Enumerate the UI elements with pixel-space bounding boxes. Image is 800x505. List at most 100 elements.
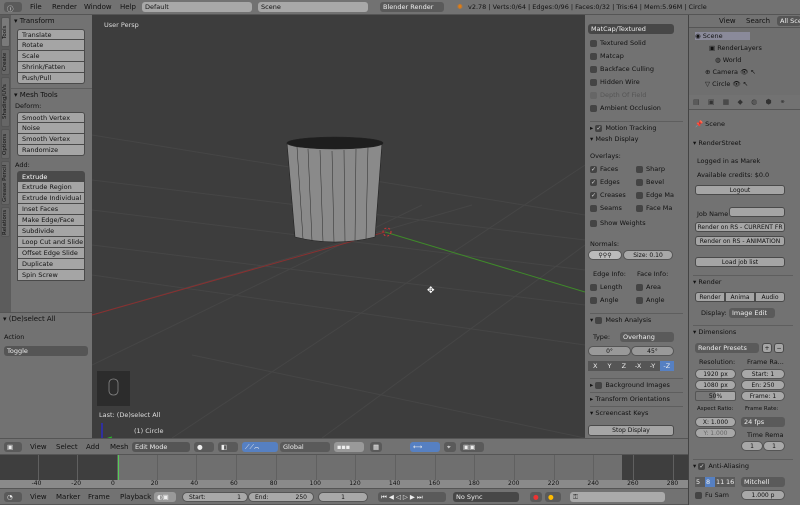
sync-select[interactable]: No Sync xyxy=(453,492,519,502)
pivot-select[interactable]: ◧ xyxy=(218,442,238,452)
noise-button[interactable]: Noise xyxy=(17,123,85,134)
timeline-ruler[interactable] xyxy=(0,480,688,488)
range-min-field[interactable]: 0° xyxy=(588,346,631,356)
motion-tracking-panel[interactable]: ▸ ✓ Motion Tracking xyxy=(590,121,683,132)
overlay-edges-checkbox[interactable]: ✓ Edges xyxy=(590,178,620,186)
anti-aliasing-panel[interactable]: ▾ ✓ Anti-Aliasing xyxy=(693,459,793,470)
overlay-sharp-checkbox[interactable]: Sharp xyxy=(636,165,665,173)
menu-view[interactable]: View xyxy=(30,443,47,451)
resolution-y-field[interactable]: 1080 px xyxy=(695,380,736,390)
axis-z-button[interactable]: Z xyxy=(616,361,631,371)
overlay-seams-checkbox[interactable]: Seams xyxy=(590,204,622,212)
aspect-x-field[interactable]: X: 1.000 xyxy=(695,417,736,427)
outliner-item-renderlayers[interactable]: ▣ RenderLayers xyxy=(709,44,762,52)
extrude-individual-button[interactable]: Extrude Individual xyxy=(17,193,85,204)
limit-selection-button[interactable]: ▦ xyxy=(370,442,382,452)
opengl-render-button[interactable]: ▣▣ xyxy=(460,442,484,452)
resolution-x-field[interactable]: 1920 px xyxy=(695,369,736,379)
stop-display-button[interactable]: Stop Display xyxy=(588,425,674,436)
current-frame-field[interactable]: 1 xyxy=(318,492,368,502)
menu-file[interactable]: File xyxy=(30,3,42,11)
start-frame-field[interactable]: Start: 1 xyxy=(182,492,248,502)
push-pull-button[interactable]: Push/Pull xyxy=(17,73,85,84)
tab-create[interactable]: Create xyxy=(1,49,10,75)
aa-5-button[interactable]: 5 xyxy=(695,477,705,487)
normal-size-field[interactable]: Size: 0.10 xyxy=(623,250,673,260)
textured-solid-checkbox[interactable]: Textured Solid xyxy=(590,39,646,47)
render-engine-select[interactable]: Blender Render xyxy=(380,2,444,12)
properties-tabs[interactable]: ▤ ▣ ▦ ◆ ◍ ⬢ ⚭ xyxy=(689,95,800,110)
load-job-list-button[interactable]: Load job list xyxy=(695,257,785,267)
loop-cut-button[interactable]: Loop Cut and Slide xyxy=(17,237,85,248)
mesh-display-panel[interactable]: ▾ Mesh Display xyxy=(590,135,638,143)
active-keying-set-field[interactable]: ⚿ xyxy=(570,492,665,502)
axis-neg-z-button[interactable]: -Z xyxy=(659,361,674,371)
add-preset-button[interactable]: + xyxy=(762,343,772,353)
range-max-field[interactable]: 45° xyxy=(631,346,674,356)
tab-grease-pencil[interactable]: Grease Pencil xyxy=(1,161,10,205)
overlay-bevel-checkbox[interactable]: Bevel xyxy=(636,178,664,186)
inset-faces-button[interactable]: Inset Faces xyxy=(17,204,85,215)
timeline-menu-marker[interactable]: Marker xyxy=(56,493,80,501)
menu-window[interactable]: Window xyxy=(84,3,112,11)
logout-button[interactable]: Logout xyxy=(695,185,785,195)
background-images-panel[interactable]: ▸ Background Images xyxy=(590,378,683,389)
keying-set-select[interactable]: ● xyxy=(545,492,561,502)
menu-mesh[interactable]: Mesh xyxy=(110,443,128,451)
action-select[interactable]: Toggle xyxy=(4,346,88,356)
editor-type-info[interactable]: ⓘ xyxy=(4,2,22,12)
outliner-item-world[interactable]: ◍ World xyxy=(715,56,741,64)
axis-x-button[interactable]: X xyxy=(588,361,603,371)
scene-select[interactable]: Scene xyxy=(258,2,368,12)
mesh-analysis-panel[interactable]: ▾ Mesh Analysis xyxy=(590,313,683,324)
transform-orientations-panel[interactable]: ▸ Transform Orientations xyxy=(590,392,683,403)
playback-controls[interactable]: ⏮◀◁▷▶⏭ xyxy=(378,492,446,502)
proportional-edit-button[interactable]: ⟷ xyxy=(410,442,440,452)
make-edge-face-button[interactable]: Make Edge/Face xyxy=(17,215,85,226)
render-still-button[interactable]: Render xyxy=(695,292,725,302)
ambient-occlusion-checkbox[interactable]: Ambient Occlusion xyxy=(590,104,661,112)
time-remap-new-field[interactable]: 1 xyxy=(763,441,785,451)
time-remap-old-field[interactable]: 1 xyxy=(741,441,763,451)
menu-select[interactable]: Select xyxy=(56,443,78,451)
display-select[interactable]: Image Edit xyxy=(729,308,775,318)
aa-16-button[interactable]: 16 xyxy=(725,477,735,487)
record-button[interactable]: ● xyxy=(530,492,542,502)
edge-length-checkbox[interactable]: Length xyxy=(590,283,622,291)
axis-neg-x-button[interactable]: -X xyxy=(630,361,646,371)
face-angle-checkbox[interactable]: Angle xyxy=(636,296,665,304)
normals-buttons[interactable]: ⚲⚲⚲ xyxy=(588,250,622,260)
matcap-checkbox[interactable]: Matcap xyxy=(590,52,624,60)
tab-shading-uvs[interactable]: Shading/UVs xyxy=(1,77,10,127)
timeline-area[interactable] xyxy=(0,455,688,480)
renderstreet-panel[interactable]: ▾ RenderStreet xyxy=(693,139,741,147)
end-frame-field[interactable]: End: 250 xyxy=(248,492,314,502)
outliner-search-menu[interactable]: Search xyxy=(746,17,770,25)
smooth-vertex-2-button[interactable]: Smooth Vertex xyxy=(17,134,85,145)
outliner-filter-select[interactable]: All Scenes xyxy=(777,16,800,26)
spin-screw-button[interactable]: Spin Screw xyxy=(17,270,85,281)
subdivide-button[interactable]: Subdivide xyxy=(17,226,85,237)
tab-options[interactable]: Options xyxy=(1,129,10,159)
menu-help[interactable]: Help xyxy=(120,3,136,11)
analysis-type-select[interactable]: Overhang xyxy=(620,332,674,342)
filter-size-field[interactable]: 1.000 p xyxy=(741,490,785,500)
outliner-item-circle[interactable]: ▽ Circle 👁 ↖ xyxy=(705,80,748,88)
smooth-vertex-button[interactable]: Smooth Vertex xyxy=(17,112,85,123)
remove-preset-button[interactable]: − xyxy=(774,343,784,353)
frame-step-field[interactable]: Frame: 1 xyxy=(741,391,785,401)
timeline-menu-view[interactable]: View xyxy=(30,493,47,501)
menu-add[interactable]: Add xyxy=(86,443,100,451)
offset-edge-slide-button[interactable]: Offset Edge Slide xyxy=(17,248,85,259)
extrude-button[interactable]: Extrude xyxy=(17,171,85,182)
aa-11-button[interactable]: 11 xyxy=(715,477,725,487)
depth-of-field-checkbox[interactable]: Depth Of Field xyxy=(590,91,646,99)
outliner-view-menu[interactable]: View xyxy=(719,17,736,25)
backface-culling-checkbox[interactable]: Backface Culling xyxy=(590,65,654,73)
orientation-select[interactable]: Global xyxy=(280,442,330,452)
face-area-checkbox[interactable]: Area xyxy=(636,283,661,291)
panel-mesh-tools-title[interactable]: ▾ Mesh Tools xyxy=(11,88,92,100)
timeline-menu-playback[interactable]: Playback xyxy=(120,493,151,501)
aa-filter-select[interactable]: Mitchell xyxy=(741,477,785,487)
manipulator-buttons[interactable]: ⟋⟋⌒ xyxy=(242,442,278,452)
